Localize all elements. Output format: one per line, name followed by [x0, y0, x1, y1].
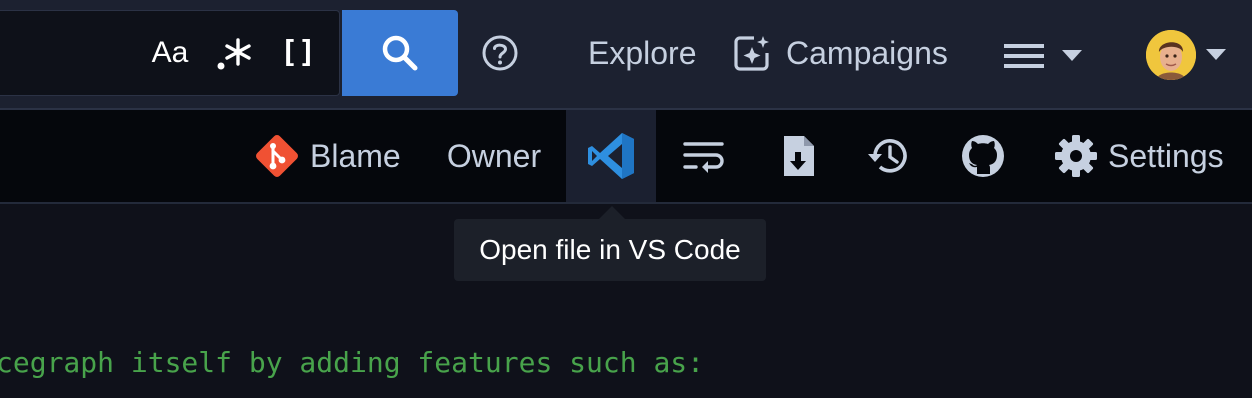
settings-label: Settings	[1108, 137, 1224, 174]
owner-button[interactable]: Owner	[440, 110, 548, 202]
nav-campaigns-link[interactable]: Campaigns	[732, 30, 948, 76]
gear-icon	[1055, 135, 1097, 177]
hamburger-icon	[1004, 44, 1044, 68]
view-on-github-button[interactable]	[958, 110, 1008, 202]
structural-search-toggle[interactable]: []	[274, 28, 322, 78]
regex-toggle[interactable]	[212, 28, 256, 78]
main-menu-button[interactable]	[1004, 36, 1086, 76]
download-file-button[interactable]	[776, 110, 820, 202]
history-icon	[868, 139, 907, 173]
regex-icon	[217, 38, 251, 70]
history-button[interactable]	[864, 110, 912, 202]
user-menu-button[interactable]	[1146, 28, 1230, 82]
wrap-lines-icon	[683, 142, 724, 173]
settings-button[interactable]: Settings	[1054, 110, 1234, 202]
avatar-image	[1146, 30, 1196, 80]
open-in-vscode-button[interactable]	[566, 110, 656, 202]
blame-button[interactable]: Blame	[252, 110, 404, 202]
vscode-tooltip: Open file in VS Code	[454, 219, 766, 281]
file-actions-toolbar: Blame Owner Settings	[0, 110, 1252, 204]
chevron-down-icon	[1062, 50, 1082, 61]
search-icon	[382, 35, 418, 71]
git-icon	[256, 135, 298, 177]
question-circle-icon[interactable]	[480, 33, 520, 73]
campaigns-label: Campaigns	[786, 34, 948, 71]
github-icon	[962, 135, 1004, 177]
top-navbar: Aa [] Explore Campaigns	[0, 0, 1252, 110]
chevron-down-icon	[1206, 49, 1226, 60]
vscode-icon	[588, 133, 634, 179]
nav-explore-link[interactable]: Explore	[588, 30, 697, 76]
file-download-icon	[784, 136, 814, 176]
campaigns-sparkle-icon	[734, 36, 769, 71]
search-button[interactable]	[342, 10, 458, 96]
blame-label: Blame	[310, 137, 401, 174]
case-sensitive-toggle[interactable]: Aa	[146, 28, 194, 78]
tooltip-arrow	[598, 206, 626, 220]
code-line: cegraph itself by adding features such a…	[0, 346, 705, 379]
avatar	[1146, 30, 1196, 80]
toggle-line-wrap-button[interactable]	[680, 110, 728, 202]
